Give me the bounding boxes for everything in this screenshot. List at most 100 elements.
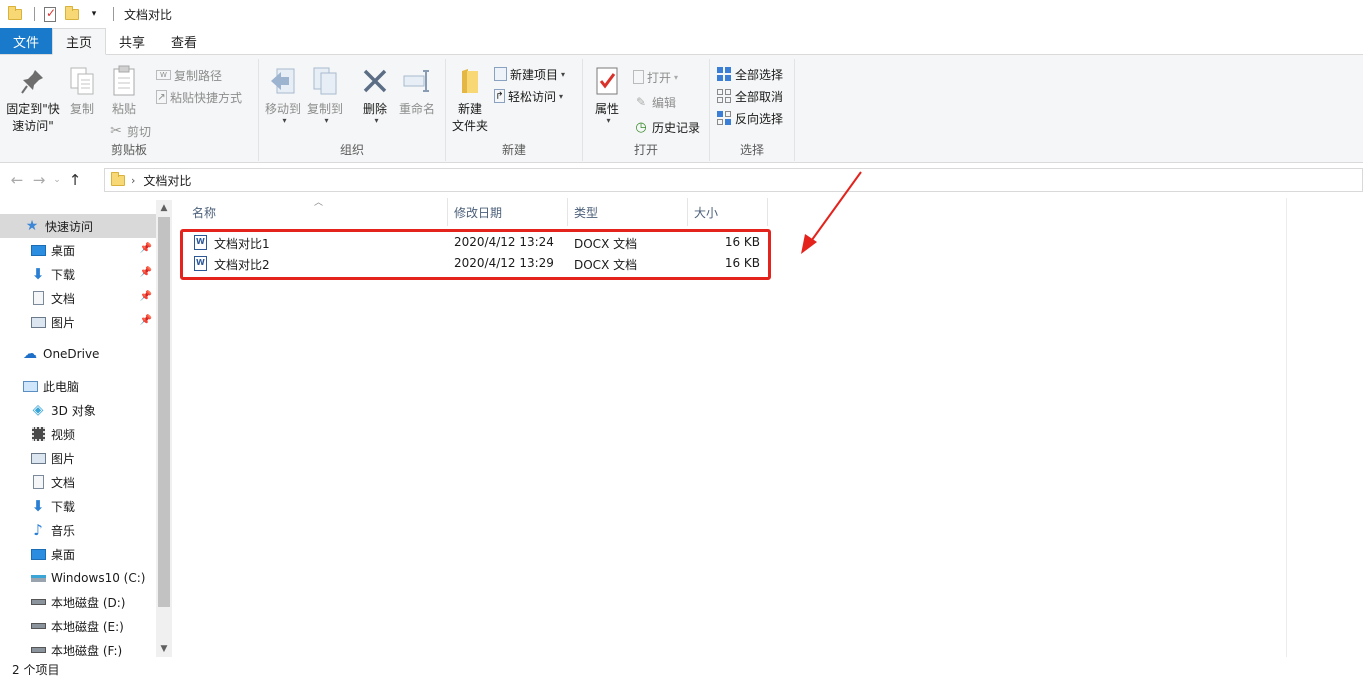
nav-onedrive[interactable]: ☁ OneDrive [0,342,156,366]
drive-icon [30,642,46,657]
copy-button[interactable]: 复制 [64,65,100,118]
item-count: 2 个项目 [12,662,60,677]
nav-pc-drive-f[interactable]: 本地磁盘 (F:) [0,638,156,657]
forward-button[interactable]: → [28,169,50,191]
new-item-label: 新建项目 [510,67,559,82]
customize-toolbar-dropdown-icon[interactable]: ▾ [85,5,103,23]
paste-shortcut-icon: ↗ [156,90,167,104]
nav-pc-drive-d[interactable]: 本地磁盘 (D:) [0,590,156,614]
nav-qa-downloads[interactable]: ⬇ 下载 📌 [0,262,156,286]
organize-group-label: 组织 [339,143,364,157]
pin-icon[interactable]: 📌 [140,243,152,254]
nav-quick-access-label: 快速访问 [45,219,94,234]
breadcrumb-current[interactable]: 文档对比 [143,172,191,189]
organize-group: 移动到 ▾ 复制到 ▾ 删除 ▾ 重命名 组织 [259,59,446,161]
nav-qa-documents[interactable]: 文档 📌 [0,286,156,310]
ribbon-tabs: 文件 主页 共享 查看 [0,28,1363,55]
up-button[interactable]: ↑ [64,169,86,191]
nav-qa-pictures[interactable]: 图片 📌 [0,310,156,334]
copy-path-label: 复制路径 [174,68,223,83]
annotation-highlight-box [180,229,771,280]
select-all-icon [716,66,732,82]
nav-pc-pictures[interactable]: 图片 [0,446,156,470]
properties-icon [591,65,623,97]
clipboard-icon [108,65,140,97]
nav-this-pc[interactable]: 此电脑 [0,374,156,398]
annotation-arrow-icon [801,171,862,254]
move-to-dropdown-icon: ▾ [282,116,287,125]
properties-quick-access-icon[interactable] [41,5,59,23]
divider [1286,198,1287,657]
open-button[interactable]: 打开 ▾ [633,67,678,87]
nav-item-label: 本地磁盘 (D:) [51,595,126,610]
nav-item-label: 下载 [51,267,76,282]
tab-view[interactable]: 查看 [158,28,210,54]
column-header-date[interactable]: 修改日期 [448,198,568,226]
nav-scrollbar[interactable]: ▲ ▼ [156,200,172,657]
delete-dropdown-icon: ▾ [374,116,379,125]
copy-label: 复制 [69,102,94,116]
nav-pc-music[interactable]: ♪ 音乐 [0,518,156,542]
delete-button[interactable]: 删除 ▾ [357,65,393,125]
title-bar: ▾ 文档对比 [0,0,1363,28]
scroll-up-icon[interactable]: ▲ [156,200,172,216]
nav-qa-desktop[interactable]: 桌面 📌 [0,238,156,262]
scroll-down-icon[interactable]: ▼ [156,641,172,657]
new-group-label: 新建 [501,143,526,157]
edit-button[interactable]: ✎ 编辑 [633,92,676,112]
divider [34,7,35,21]
nav-pc-3d-objects[interactable]: ◈ 3D 对象 [0,398,156,422]
nav-pc-videos[interactable]: 视频 [0,422,156,446]
column-header-size[interactable]: 大小 [688,198,768,226]
column-header-name[interactable]: 名称 [186,198,448,226]
new-folder-button[interactable]: 新建 文件夹 [448,65,492,135]
nav-item-label: 音乐 [51,523,76,538]
pin-icon[interactable]: 📌 [140,267,152,278]
pin-icon[interactable]: 📌 [140,315,152,326]
history-icon: ◷ [635,119,647,135]
drive-icon [30,594,46,610]
new-folder-quick-access-icon[interactable] [63,5,81,23]
invert-selection-label: 反向选择 [735,111,784,126]
recent-locations-dropdown-icon[interactable]: ⌄ [50,169,64,191]
nav-pc-downloads[interactable]: ⬇ 下载 [0,494,156,518]
new-item-button[interactable]: 新建项目 ▾ [494,64,565,84]
nav-quick-access[interactable]: ★ 快速访问 [0,214,156,238]
address-bar[interactable]: › 文档对比 [104,168,1363,192]
move-to-button[interactable]: 移动到 ▾ [263,65,303,125]
tab-share[interactable]: 共享 [106,28,158,54]
edit-label: 编辑 [652,95,677,110]
nav-item-label: 本地磁盘 (E:) [51,619,124,634]
pin-to-quick-access-button[interactable]: 固定到"快 速访问" [4,65,62,135]
cut-button[interactable]: ✂ 剪切 [108,121,151,141]
pin-icon[interactable]: 📌 [140,291,152,302]
scroll-thumb[interactable] [158,217,170,607]
clipboard-group: 固定到"快 速访问" 复制 粘贴 W 复制路径 ↗ 粘贴快捷方式 ✂ 剪切 剪贴… [0,59,259,161]
properties-button[interactable]: 属性 ▾ [589,65,625,125]
properties-dropdown-icon: ▾ [606,116,611,125]
easy-access-button[interactable]: ↱ 轻松访问 ▾ [494,86,563,106]
back-button[interactable]: ← [6,169,28,191]
column-header-type[interactable]: 类型 [568,198,688,226]
copy-path-button[interactable]: W 复制路径 [156,65,222,85]
nav-onedrive-label: OneDrive [43,347,100,361]
divider [113,7,114,21]
invert-selection-button[interactable]: 反向选择 [716,108,783,128]
nav-pc-desktop[interactable]: 桌面 [0,542,156,566]
open-label: 打开 [647,70,672,85]
open-icon [633,70,644,84]
select-all-button[interactable]: 全部选择 [716,64,783,84]
select-none-button[interactable]: 全部取消 [716,86,783,106]
rename-button[interactable]: 重命名 [397,65,437,118]
tab-home[interactable]: 主页 [52,28,107,55]
nav-pc-drive-c[interactable]: Windows10 (C:) [0,566,156,590]
paste-button[interactable]: 粘贴 [104,65,144,118]
new-group: 新建 文件夹 新建项目 ▾ ↱ 轻松访问 ▾ 新建 [446,59,583,161]
paste-shortcut-button[interactable]: ↗ 粘贴快捷方式 [156,87,242,107]
history-button[interactable]: ◷ 历史记录 [633,117,700,137]
column-size-label: 大小 [694,205,719,220]
copy-to-button[interactable]: 复制到 ▾ [305,65,345,125]
tab-file[interactable]: 文件 [0,28,53,54]
nav-pc-drive-e[interactable]: 本地磁盘 (E:) [0,614,156,638]
nav-pc-documents[interactable]: 文档 [0,470,156,494]
